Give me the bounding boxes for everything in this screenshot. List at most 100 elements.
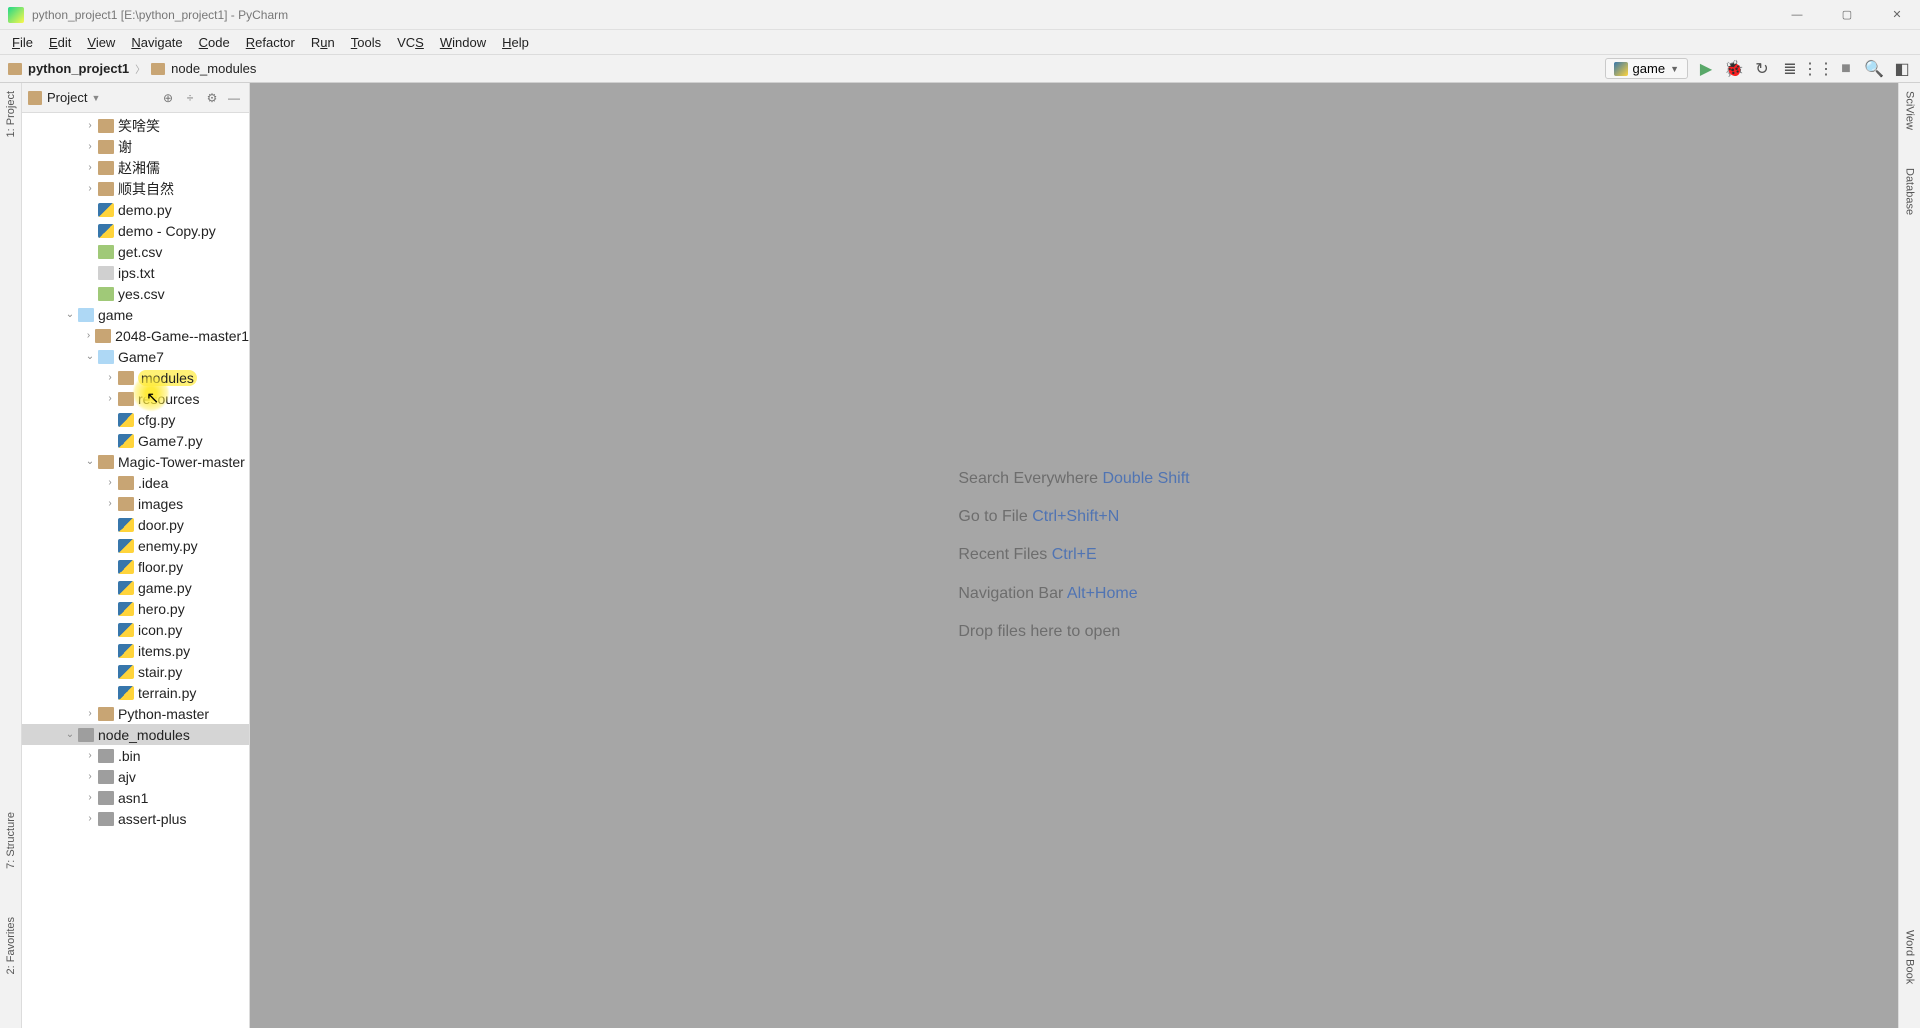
tree-label: Game7 bbox=[118, 349, 164, 365]
editor-area[interactable]: Search Everywhere Double Shift Go to Fil… bbox=[250, 83, 1898, 1028]
chevron-right-icon[interactable]: › bbox=[82, 813, 98, 824]
profile-button[interactable]: ≣ bbox=[1780, 59, 1800, 79]
tree-row-images[interactable]: ›images bbox=[22, 493, 249, 514]
tree-row-get.csv[interactable]: ·get.csv bbox=[22, 241, 249, 262]
tree-row-door.py[interactable]: ·door.py bbox=[22, 514, 249, 535]
tree-row-demo.py[interactable]: ·demo.py bbox=[22, 199, 249, 220]
run-coverage-button[interactable]: ↻ bbox=[1752, 59, 1772, 79]
chevron-right-icon[interactable]: › bbox=[82, 330, 95, 341]
tree-label: yes.csv bbox=[118, 286, 165, 302]
tree-row-Python-master[interactable]: ›Python-master bbox=[22, 703, 249, 724]
chevron-right-icon[interactable]: › bbox=[82, 120, 98, 131]
tree-row-game[interactable]: ⌄game bbox=[22, 304, 249, 325]
chevron-right-icon[interactable]: › bbox=[82, 771, 98, 782]
chevron-down-icon[interactable]: ⌄ bbox=[62, 309, 78, 320]
folder-dark-icon bbox=[98, 812, 114, 826]
tree-row-.idea[interactable]: ›.idea bbox=[22, 472, 249, 493]
chevron-right-icon[interactable]: › bbox=[82, 708, 98, 719]
menu-view[interactable]: View bbox=[79, 32, 123, 53]
tree-row-Game7[interactable]: ⌄ Game7 bbox=[22, 346, 249, 367]
tree-row-2048-Game--master1[interactable]: ›2048-Game--master1 bbox=[22, 325, 249, 346]
chevron-right-icon[interactable]: › bbox=[82, 141, 98, 152]
tree-row-yes.csv[interactable]: ·yes.csv bbox=[22, 283, 249, 304]
menu-file[interactable]: File bbox=[4, 32, 41, 53]
run-button[interactable]: ▶ bbox=[1696, 59, 1716, 79]
tree-row-谢[interactable]: ›谢 bbox=[22, 136, 249, 157]
chevron-down-icon[interactable]: ⌄ bbox=[82, 351, 98, 362]
tree-row-hero.py[interactable]: ·hero.py bbox=[22, 598, 249, 619]
gutter-favorites[interactable]: 2: Favorites bbox=[5, 913, 17, 978]
menu-navigate[interactable]: Navigate bbox=[123, 32, 190, 53]
tree-row-demo - Copy.py[interactable]: ·demo - Copy.py bbox=[22, 220, 249, 241]
tree-row-cfg.py[interactable]: ·cfg.py bbox=[22, 409, 249, 430]
concurrency-button[interactable]: ⋮⋮ bbox=[1808, 59, 1828, 79]
search-icon[interactable]: 🔍 bbox=[1864, 59, 1884, 79]
tree-row-icon.py[interactable]: ·icon.py bbox=[22, 619, 249, 640]
gutter-project[interactable]: 1: Project bbox=[5, 87, 17, 141]
menu-code[interactable]: Code bbox=[191, 32, 238, 53]
breadcrumb-item[interactable]: node_modules bbox=[171, 61, 256, 76]
tree-row-floor.py[interactable]: ·floor.py bbox=[22, 556, 249, 577]
sidebar-title[interactable]: Project bbox=[47, 90, 87, 105]
tree-row-笑啥笑[interactable]: › 笑啥笑 bbox=[22, 115, 249, 136]
stop-button[interactable]: ■ bbox=[1836, 59, 1856, 79]
tree-row-Magic-Tower-master[interactable]: ⌄Magic-Tower-master bbox=[22, 451, 249, 472]
collapse-icon[interactable]: ÷ bbox=[181, 89, 199, 107]
tree-row-顺其自然[interactable]: ›顺其自然 bbox=[22, 178, 249, 199]
locate-icon[interactable]: ⊕ bbox=[159, 89, 177, 107]
tree-row-stair.py[interactable]: ·stair.py bbox=[22, 661, 249, 682]
tree-label: 笑啥笑 bbox=[118, 116, 160, 136]
toolbar-right: game ▼ ▶ 🐞 ↻ ≣ ⋮⋮ ■ 🔍 ◧ bbox=[1605, 58, 1912, 79]
project-tree[interactable]: ›笑啥笑›谢›赵湘儒›顺其自然·demo.py·demo - Copy.py·g… bbox=[22, 113, 249, 1028]
menu-edit[interactable]: Edit bbox=[41, 32, 79, 53]
chevron-right-icon[interactable]: › bbox=[102, 372, 118, 383]
assist-icon[interactable]: ◧ bbox=[1892, 59, 1912, 79]
tree-row-items.py[interactable]: ·items.py bbox=[22, 640, 249, 661]
tree-row-assert-plus[interactable]: ›assert-plus bbox=[22, 808, 249, 829]
chevron-right-icon[interactable]: › bbox=[82, 183, 98, 194]
tree-row-.bin[interactable]: ›.bin bbox=[22, 745, 249, 766]
gear-icon[interactable]: ⚙ bbox=[203, 89, 221, 107]
tree-row-enemy.py[interactable]: ·enemy.py bbox=[22, 535, 249, 556]
pyfile-icon bbox=[118, 644, 134, 658]
tree-row-node_modules[interactable]: ⌄ node_modules bbox=[22, 724, 249, 745]
tree-row-terrain.py[interactable]: ·terrain.py bbox=[22, 682, 249, 703]
tree-row-ips.txt[interactable]: ·ips.txt bbox=[22, 262, 249, 283]
chevron-right-icon[interactable]: › bbox=[82, 792, 98, 803]
empty-line: Go to File bbox=[958, 508, 1032, 525]
chevron-down-icon[interactable]: ▼ bbox=[91, 93, 100, 103]
debug-button[interactable]: 🐞 bbox=[1724, 59, 1744, 79]
gutter-sciview[interactable]: SciView bbox=[1904, 87, 1916, 134]
chevron-right-icon[interactable]: › bbox=[102, 498, 118, 509]
tree-label: node_modules bbox=[98, 727, 190, 743]
maximize-button[interactable]: ▢ bbox=[1832, 5, 1862, 25]
run-config-selector[interactable]: game ▼ bbox=[1605, 58, 1688, 79]
breadcrumb[interactable]: python_project1 〉 node_modules bbox=[8, 61, 256, 76]
gutter-wordbook[interactable]: Word Book bbox=[1904, 926, 1916, 988]
hide-icon[interactable]: — bbox=[225, 89, 243, 107]
chevron-down-icon[interactable]: ⌄ bbox=[82, 456, 98, 467]
chevron-right-icon[interactable]: › bbox=[82, 162, 98, 173]
close-button[interactable]: ✕ bbox=[1882, 5, 1912, 25]
tree-row-asn1[interactable]: ›asn1 bbox=[22, 787, 249, 808]
csvfile-icon bbox=[98, 245, 114, 259]
tree-label: game.py bbox=[138, 580, 192, 596]
gutter-structure[interactable]: 7: Structure bbox=[5, 808, 17, 873]
menu-tools[interactable]: Tools bbox=[343, 32, 389, 53]
breadcrumb-root[interactable]: python_project1 bbox=[28, 61, 129, 76]
gutter-database[interactable]: Database bbox=[1904, 164, 1916, 219]
minimize-button[interactable]: — bbox=[1782, 5, 1812, 25]
chevron-right-icon[interactable]: › bbox=[82, 750, 98, 761]
menu-help[interactable]: Help bbox=[494, 32, 537, 53]
chevron-down-icon[interactable]: ⌄ bbox=[62, 729, 78, 740]
tree-row-Game7.py[interactable]: ·Game7.py bbox=[22, 430, 249, 451]
tree-row-赵湘儒[interactable]: ›赵湘儒 bbox=[22, 157, 249, 178]
chevron-right-icon[interactable]: › bbox=[102, 477, 118, 488]
menu-vcs[interactable]: VCS bbox=[389, 32, 432, 53]
menu-refactor[interactable]: Refactor bbox=[238, 32, 303, 53]
menu-run[interactable]: Run bbox=[303, 32, 343, 53]
menu-window[interactable]: Window bbox=[432, 32, 494, 53]
tree-row-ajv[interactable]: ›ajv bbox=[22, 766, 249, 787]
chevron-right-icon[interactable]: › bbox=[102, 393, 118, 404]
tree-row-game.py[interactable]: ·game.py bbox=[22, 577, 249, 598]
